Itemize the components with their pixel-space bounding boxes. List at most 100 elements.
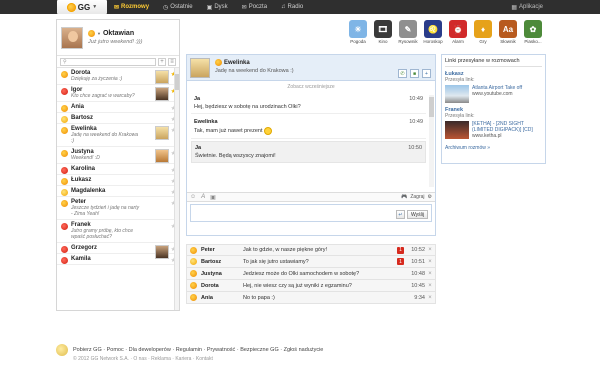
contact-item[interactable]: Grzegorz★ <box>57 243 179 259</box>
contact-item[interactable]: DorotaDziękuję za życzenia :)★ <box>57 68 179 85</box>
conversation-row[interactable]: Bartosz To jak się jutro ustawiamy? 1 10:51… <box>186 256 436 268</box>
close-icon[interactable]: × <box>425 259 435 265</box>
contact-item[interactable]: Karolina★ <box>57 164 179 175</box>
shared-link-row[interactable]: [KETHA] - [2ND SIGHT (LIMITED DIGIPACK)]… <box>445 121 542 139</box>
status-icon <box>190 258 197 265</box>
shared-link-row[interactable]: Atlanta Airport Take off www.youtube.com <box>445 85 542 103</box>
message-text-row: Świetnie. Będą wszyscy znajomi! <box>195 153 422 159</box>
contact-search-row: ⚲ + ≡ <box>57 56 179 68</box>
play-game-link[interactable]: Zagraj <box>410 194 424 200</box>
status-icon <box>190 294 197 301</box>
contact-item[interactable]: Bartosz★ <box>57 113 179 124</box>
chevron-down-icon[interactable]: ▼ <box>97 31 101 36</box>
nav-ostatnie[interactable]: ◷ Ostatnie <box>156 0 200 14</box>
disk-icon: ▣ <box>206 4 213 11</box>
my-status-text[interactable]: Już jutro weekend! :))) <box>88 39 142 45</box>
link-url[interactable]: www.youtube.com <box>472 91 522 97</box>
message-author: Ja <box>194 96 201 102</box>
link-thumbnail[interactable] <box>445 121 469 139</box>
emoticon-icon[interactable]: ☺ <box>190 194 196 200</box>
gamepad-icon[interactable]: 🎮 <box>401 194 407 200</box>
app-tile[interactable]: ✿ Piasko... <box>523 20 543 44</box>
recent-conversations: Peter Jak to gdzie, w nasze piękne góry! 1… <box>186 244 436 304</box>
contact-description: Jeszcze tydzień i jadę na narty - Zima Y… <box>71 205 140 217</box>
contact-item[interactable]: JustynaWeekend! :D★ <box>57 147 179 164</box>
close-icon[interactable]: × <box>425 271 435 277</box>
text-format-icon[interactable]: A <box>201 194 205 200</box>
conversation-time: 9:34 <box>414 294 425 301</box>
message-text: Tak, mam już nawet prezent <box>194 128 263 134</box>
link-title[interactable]: [KETHA] - [2ND SIGHT (LIMITED DIGIPACK)]… <box>472 121 542 133</box>
contact-avatar <box>155 126 169 140</box>
message-input[interactable]: ↵ Wyślij <box>190 204 432 222</box>
video-icon[interactable]: ■ <box>410 69 419 78</box>
apps-link[interactable]: ▦ Aplikacje <box>511 0 543 14</box>
conversation-row[interactable]: Dorota Hej, nie wiesz czy są już wyniki z… <box>186 280 436 292</box>
link-url[interactable]: www.ketha.pl <box>472 133 542 139</box>
contact-item[interactable]: Łukasz★ <box>57 175 179 186</box>
message-time: 10:49 <box>409 96 423 102</box>
list-view-button[interactable]: ≡ <box>168 57 176 66</box>
send-button[interactable]: Wyślij <box>406 210 428 219</box>
message-author: Ja <box>195 145 202 151</box>
chat-contact-avatar[interactable] <box>190 58 210 78</box>
status-icon <box>61 105 68 112</box>
image-icon[interactable]: ▣ <box>210 194 216 201</box>
chat-scrollbar[interactable] <box>429 95 434 187</box>
contact-item[interactable]: Ania★ <box>57 102 179 113</box>
contact-item[interactable]: Kamila★ <box>57 254 179 265</box>
archive-link[interactable]: Archiwum rozmów » <box>445 145 542 151</box>
app-tile[interactable]: Aa Słownik <box>498 20 518 44</box>
contact-item[interactable]: IgorKto chce zagrać w warcaby?★ <box>57 85 179 102</box>
conversation-row[interactable]: Peter Jak to gdzie, w nasze piękne góry! 1… <box>186 244 436 256</box>
my-avatar[interactable] <box>61 26 83 49</box>
nav-dysk[interactable]: ▣ Dysk <box>200 0 235 14</box>
nav-poczta[interactable]: ✉ Poczta <box>235 0 274 14</box>
message-list: Ja 10:49 Hej, będziesz w sobotę na urodzin… <box>187 93 435 163</box>
link-thumbnail[interactable] <box>445 85 469 103</box>
conversation-row[interactable]: Ania No to papa :) 9:34 × <box>186 292 436 304</box>
scrollbar-thumb[interactable] <box>175 74 179 90</box>
app-tile[interactable]: 🎞 Kino <box>373 20 393 44</box>
my-status-icon[interactable] <box>88 30 95 37</box>
nav-ostatnie-label: Ostatnie <box>170 4 193 10</box>
app-tile[interactable]: ✎ Rysownik <box>398 20 418 44</box>
enter-icon[interactable]: ↵ <box>395 210 405 219</box>
status-icon <box>61 246 68 253</box>
contact-list-scrollbar[interactable] <box>174 68 179 310</box>
gg-footer-logo <box>56 344 68 356</box>
close-icon[interactable]: × <box>425 295 435 301</box>
contact-avatar <box>155 70 169 84</box>
gg-logo-menu[interactable]: GG ▼ <box>57 0 107 14</box>
add-contact-button[interactable]: + <box>158 57 166 66</box>
contact-search-input[interactable]: ⚲ <box>60 57 156 66</box>
my-profile[interactable]: ▼ Oktawian Już jutro weekend! :))) <box>57 20 179 56</box>
contact-item[interactable]: Franek Jutro gramy próbę, kto chce wpaść … <box>57 220 179 243</box>
horoscope-icon: ♌ <box>424 20 442 38</box>
footer-links[interactable]: Pobierz GG · Pomoc · Dla deweloperów · R… <box>73 347 323 353</box>
contact-item[interactable]: EwelinkaJadę na weekend do Krakowa :)★ <box>57 124 179 147</box>
app-tile[interactable]: ⏰ Alarm <box>448 20 468 44</box>
add-person-icon[interactable]: + <box>422 69 431 78</box>
app-tile[interactable]: ♦ Gry <box>473 20 493 44</box>
close-icon[interactable]: × <box>425 283 435 289</box>
status-icon <box>61 127 68 134</box>
status-icon <box>61 150 68 157</box>
scrollbar-thumb[interactable] <box>429 97 434 117</box>
clock-icon: ◷ <box>163 4 169 11</box>
conversation-row[interactable]: Justyna Jedziesz może do Olki samochodem … <box>186 268 436 280</box>
nav-rozmowy[interactable]: ✉ Rozmowy <box>107 0 156 14</box>
app-tile[interactable]: ♌ Horoskop <box>423 20 443 44</box>
nav-radio[interactable]: ♫ Radio <box>274 0 310 14</box>
phone-icon[interactable]: ✆ <box>398 69 407 78</box>
close-icon[interactable]: × <box>425 247 435 253</box>
app-tile-label: Alarm <box>452 39 464 44</box>
app-tile[interactable]: ☀ Pogoda <box>348 20 368 44</box>
contact-item[interactable]: Magdalenka★ <box>57 186 179 197</box>
shared-link-caption: Przesyła link: <box>445 77 475 83</box>
settings-icon[interactable]: ⚙ <box>428 194 432 200</box>
show-earlier-link[interactable]: Zobacz wcześniejsze <box>187 81 435 91</box>
contact-item[interactable]: Peter Jeszcze tydzień i jadę na narty - Z… <box>57 197 179 220</box>
status-icon <box>61 223 68 230</box>
chat-window: Ewelinka Jadę na weekend do Krakowa :) ✆… <box>186 54 436 236</box>
